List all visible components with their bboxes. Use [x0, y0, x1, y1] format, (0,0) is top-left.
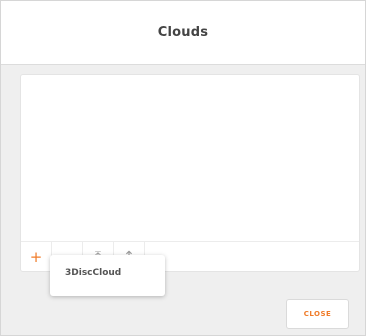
add-icon[interactable]: + — [21, 242, 52, 272]
clouds-panel: + − ⤒ ↑ — [20, 74, 360, 272]
clouds-dialog: Clouds + − ⤒ ↑ 3DiscCloud CLOSE — [0, 0, 366, 336]
clouds-list[interactable] — [21, 75, 359, 241]
add-cloud-menu: 3DiscCloud — [50, 255, 165, 296]
dialog-header: Clouds — [1, 1, 365, 65]
dialog-title: Clouds — [157, 25, 209, 40]
close-button[interactable]: CLOSE — [286, 299, 349, 329]
menu-item-3disccloud[interactable]: 3DiscCloud — [65, 268, 121, 278]
